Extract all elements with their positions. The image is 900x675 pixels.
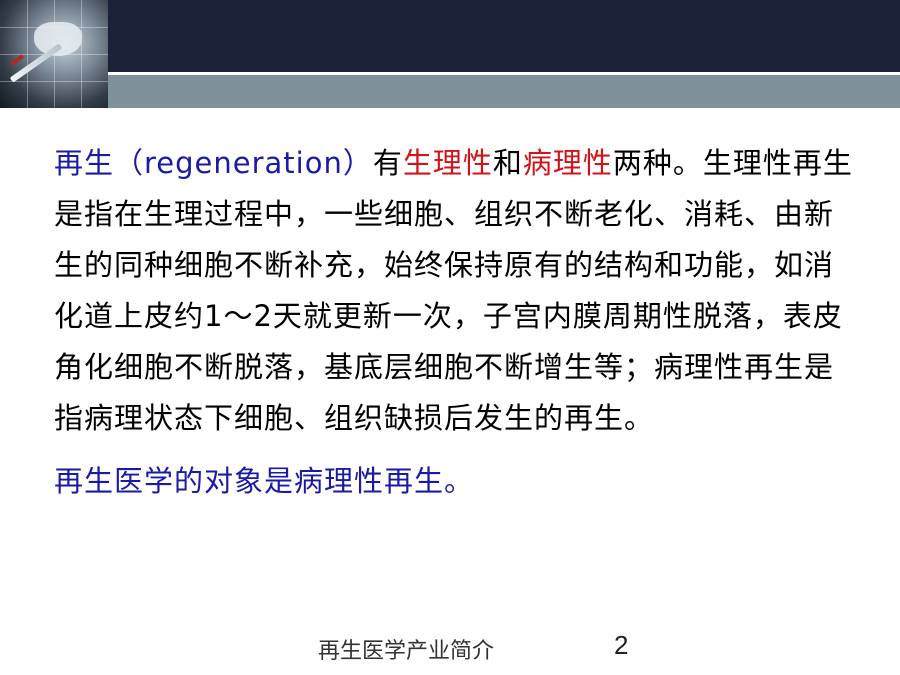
term-physiological: 生理性 [402,146,493,180]
photo-grid-line [81,0,82,108]
term-pathological: 病理性 [522,146,613,180]
page-number: 2 [614,630,629,660]
photo-grid-line [27,0,28,108]
medical-researcher-photo-icon [0,0,108,108]
header-dark-bar [108,0,900,72]
syringe-liquid-shape [10,54,24,66]
text-segment: 和 [492,146,523,180]
paragraph-regeneration-definition: 再生（regeneration）有生理性和病理性两种。生理性再生是指在生理过程中… [54,138,854,444]
term-regeneration: 再生（regeneration） [54,146,373,180]
paragraph-regenerative-medicine-object: 再生医学的对象是病理性再生。 [54,464,475,498]
text-segment: 有 [372,146,403,180]
footer-title: 再生医学产业简介 [318,639,495,664]
text-segment: 两种。生理性再生是指在生理过程中，一些细胞、组织不断老化、消耗、由新生的同种细胞… [54,146,853,435]
header-gray-bar [108,75,900,108]
slide-content: 再生（regeneration）有生理性和病理性两种。生理性再生是指在生理过程中… [54,138,854,507]
slide: 再生（regeneration）有生理性和病理性两种。生理性再生是指在生理过程中… [0,0,900,675]
